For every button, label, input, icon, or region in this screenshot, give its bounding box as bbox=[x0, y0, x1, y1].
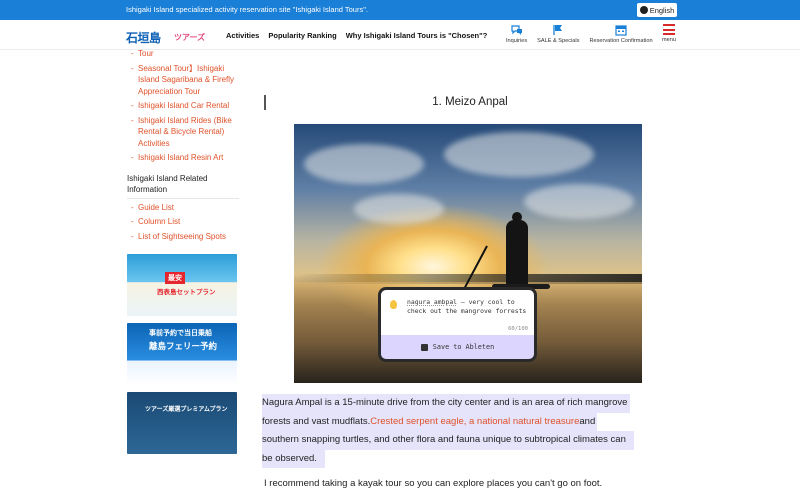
note-popup: nagura ambpal – very cool to check out t… bbox=[378, 287, 537, 362]
sidebar-link[interactable]: List of Sightseeing Spots bbox=[127, 231, 239, 243]
nav-popularity-ranking[interactable]: Popularity Ranking bbox=[268, 31, 336, 40]
save-label: Save to Ableten bbox=[432, 343, 495, 351]
highlighted-paragraph: Nagura Ampal is a 15-minute drive from t… bbox=[262, 394, 670, 468]
banner-text: 事前予約で当日乗船 bbox=[149, 330, 212, 337]
floppy-disk-icon bbox=[420, 343, 428, 351]
banner-text: 西表島セットプラン bbox=[157, 289, 216, 296]
reservation-confirmation-button[interactable]: Reservation Confirmation bbox=[589, 24, 653, 44]
note-text[interactable]: nagura ambpal – very cool to check out t… bbox=[407, 298, 535, 316]
related-info-title: Ishigaki Island Related Information bbox=[127, 167, 239, 199]
body-paragraph: I recommend taking a kayak tour so you c… bbox=[264, 478, 603, 489]
site-header: 石垣島 ツアーズ Activities Popularity Ranking W… bbox=[0, 20, 800, 50]
hamburger-icon bbox=[663, 24, 675, 35]
main-nav: Activities Popularity Ranking Why Ishiga… bbox=[226, 31, 487, 40]
iriomote-set-plan-banner[interactable]: 最安 西表島セットプラン bbox=[127, 254, 237, 316]
inquiries-button[interactable]: Inquiries bbox=[506, 24, 527, 44]
paragraph-line: Nagura Ampal is a 15-minute drive from t… bbox=[262, 394, 631, 413]
globe-icon bbox=[639, 6, 648, 14]
menu-button[interactable]: menu bbox=[662, 24, 676, 43]
header-icon-group: Inquiries SALE & Specials Reservation Co… bbox=[506, 24, 663, 44]
paragraph-line: southern snapping turtles, and other flo… bbox=[262, 431, 634, 450]
reservation-confirmation-label: Reservation Confirmation bbox=[589, 38, 653, 44]
ferry-reservation-banner[interactable]: 事前予約で当日乗船 離島フェリー予約 bbox=[127, 323, 237, 385]
sidebar: Tour Seasonal Tour】Ishigaki Island Sagar… bbox=[127, 48, 239, 461]
lightbulb-icon bbox=[390, 300, 397, 309]
paragraph-line: be observed. bbox=[262, 449, 325, 468]
save-button[interactable]: Save to Ableten bbox=[381, 335, 534, 359]
site-logo[interactable]: 石垣島 ツアーズ bbox=[126, 26, 212, 46]
paragraph-line: forests and vast mudflats.Crested serpen… bbox=[262, 412, 598, 431]
logo-main-text: 石垣島 bbox=[126, 31, 161, 45]
note-card[interactable]: nagura ambpal – very cool to check out t… bbox=[381, 290, 534, 335]
menu-label: menu bbox=[662, 37, 676, 43]
sidebar-activity-list: Tour Seasonal Tour】Ishigaki Island Sagar… bbox=[127, 48, 239, 164]
sidebar-link[interactable]: Tour bbox=[127, 48, 239, 60]
char-count: 60/100 bbox=[508, 326, 528, 332]
note-highlight-word: nagura ambpal bbox=[407, 298, 458, 306]
sale-specials-button[interactable]: SALE & Specials bbox=[537, 24, 579, 44]
site-description: Ishigaki Island specialized activity res… bbox=[126, 5, 368, 14]
sale-specials-label: SALE & Specials bbox=[537, 38, 580, 44]
sidebar-link[interactable]: Ishigaki Island Car Rental bbox=[127, 100, 239, 112]
top-announcement-bar: Ishigaki Island specialized activity res… bbox=[0, 0, 800, 20]
nav-activities[interactable]: Activities bbox=[226, 31, 259, 40]
calendar-icon bbox=[615, 25, 627, 36]
sidebar-link[interactable]: Guide List bbox=[127, 202, 239, 214]
inquiries-label: Inquiries bbox=[506, 38, 528, 44]
sidebar-link[interactable]: Ishigaki Island Resin Art bbox=[127, 152, 239, 164]
banner-text: ツアーズ厳選プレミアムプラン bbox=[145, 407, 228, 413]
language-button[interactable]: English bbox=[637, 3, 677, 17]
sidebar-related-list: Guide List Column List List of Sightseei… bbox=[127, 202, 239, 243]
banner-text: 離島フェリー予約 bbox=[149, 341, 218, 351]
highlighted-phrase: Crested serpent eagle, a national natura… bbox=[370, 415, 580, 427]
sidebar-link[interactable]: Column List bbox=[127, 216, 239, 228]
inquiries-icon bbox=[510, 25, 522, 35]
section-heading: 1. Meizo Anpal bbox=[432, 96, 508, 108]
sale-flag-icon bbox=[553, 25, 563, 35]
logo-sub-text: ツアーズ bbox=[174, 33, 206, 42]
banner-badge: 最安 bbox=[165, 272, 185, 284]
nav-why-chosen[interactable]: Why Ishigaki Island Tours is "Chosen"? bbox=[346, 31, 488, 40]
sidebar-link[interactable]: Ishigaki Island Rides (Bike Rental & Bic… bbox=[127, 115, 239, 150]
premium-plan-banner[interactable]: ツアーズ厳選プレミアムプラン bbox=[127, 392, 237, 454]
sidebar-link[interactable]: Seasonal Tour】Ishigaki Island Sagaribana… bbox=[127, 63, 239, 98]
language-label: English bbox=[649, 5, 675, 15]
